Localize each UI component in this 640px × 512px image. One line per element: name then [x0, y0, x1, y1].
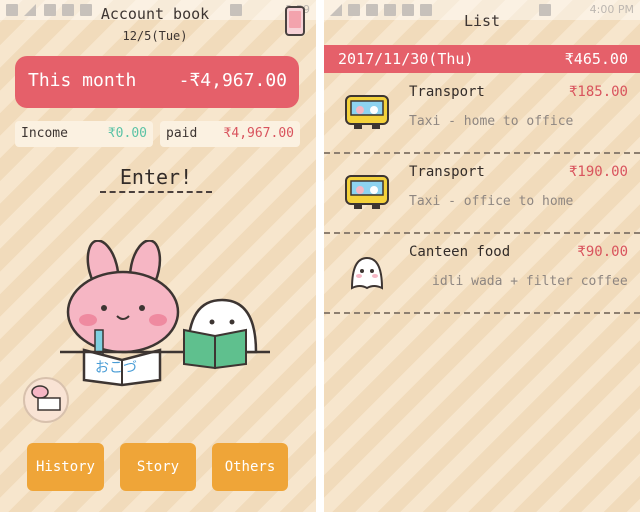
alarm-icon [230, 4, 242, 16]
paid-box: paid ₹4,967.00 [160, 121, 300, 147]
paid-value: ₹4,967.00 [223, 126, 294, 141]
list-item[interactable]: Transport ₹185.00 Taxi - home to office [324, 74, 640, 154]
notification-icon [44, 4, 56, 16]
train-icon [345, 95, 389, 129]
train-icon [345, 175, 389, 209]
page-title: Account book [100, 5, 210, 23]
current-date: 12/5(Tue) [122, 29, 188, 43]
month-value: -₹4,967.00 [178, 70, 287, 91]
date-header: 2017/11/30(Thu) ₹465.00 [324, 45, 640, 73]
signal-icon [24, 4, 36, 16]
entry-category: Canteen food [409, 244, 511, 260]
entry-note: idli wada + filter coffee [432, 274, 628, 289]
entry-amount: ₹185.00 [568, 84, 628, 100]
month-summary: This month -₹4,967.00 [15, 56, 299, 108]
page-title: List [463, 12, 501, 30]
home-screen: 3:59 Account book 12/5(Tue) This month -… [0, 0, 316, 512]
entry-category: Transport [409, 84, 485, 100]
entry-note: Taxi - home to office [409, 114, 574, 129]
ghost-icon [350, 256, 384, 290]
screen-divider [316, 0, 324, 512]
entry-amount: ₹190.00 [568, 164, 628, 180]
income-value: ₹0.00 [107, 126, 147, 141]
book-text: おこづ [95, 360, 137, 376]
history-button[interactable]: History [27, 443, 104, 491]
entry-category: Transport [409, 164, 485, 180]
entry-amount: ₹90.00 [577, 244, 628, 260]
enter-underline [100, 191, 212, 193]
list-item[interactable]: Transport ₹190.00 Taxi - office to home [324, 154, 640, 234]
entry-separator [324, 312, 640, 314]
income-label: Income [21, 126, 68, 141]
list-date: 2017/11/30(Thu) [338, 50, 474, 68]
entry-note: Taxi - office to home [409, 194, 574, 209]
day-total: ₹465.00 [564, 50, 628, 68]
others-button[interactable]: Others [212, 443, 288, 491]
paid-label: paid [166, 126, 198, 141]
smartphone-icon[interactable] [285, 6, 305, 36]
list-screen: 4:00 PM List 2017/11/30(Thu) ₹465.00 Tra… [324, 0, 640, 512]
month-label: This month [28, 70, 137, 91]
list-item[interactable]: Canteen food ₹90.00 idli wada + filter c… [324, 234, 640, 314]
sim-icon [6, 4, 18, 16]
enter-button[interactable]: Enter! [100, 165, 212, 189]
income-box: Income ₹0.00 [15, 121, 153, 147]
notification-icon [62, 4, 74, 16]
story-button[interactable]: Story [120, 443, 196, 491]
rabbit-illustration: おこづ [23, 240, 270, 423]
